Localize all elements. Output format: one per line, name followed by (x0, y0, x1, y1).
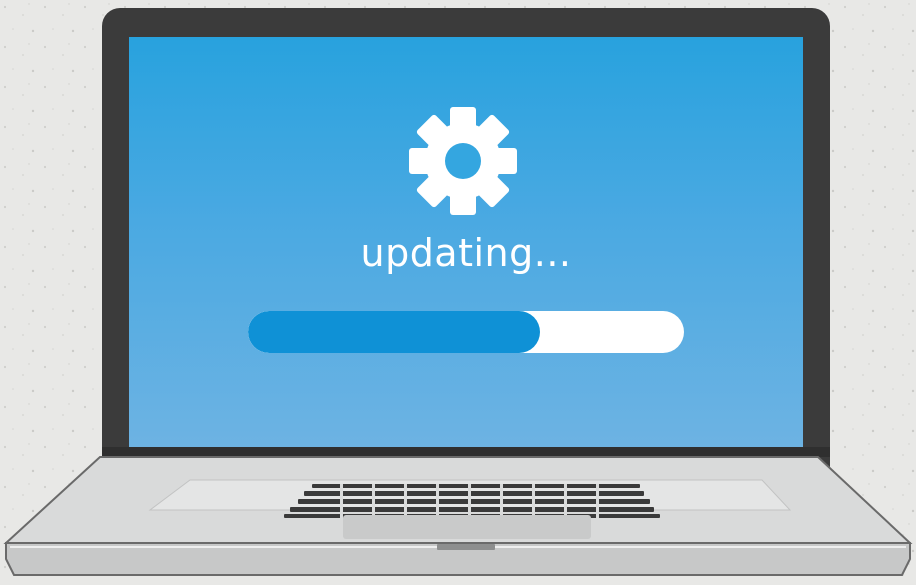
progress-bar-fill (248, 311, 541, 353)
progress-bar (248, 311, 684, 353)
laptop-base (3, 447, 913, 576)
laptop-screen: updating... (129, 37, 803, 447)
status-text: updating... (360, 231, 572, 275)
gear-icon (409, 107, 517, 215)
